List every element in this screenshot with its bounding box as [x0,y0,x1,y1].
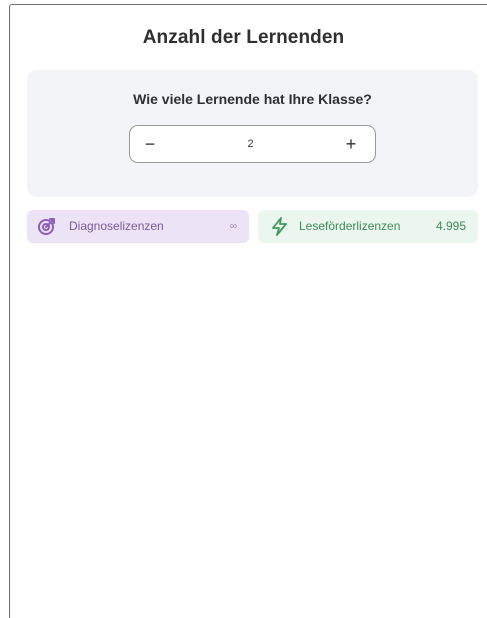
diagnose-license-badge: Diagnoselizenzen ∞ [27,210,249,243]
diagnose-license-count: ∞ [229,221,237,232]
question-card: Wie viele Lernende hat Ihre Klasse? − 2 … [27,70,478,197]
reading-license-badge: Leseförderlizenzen 4.995 [258,210,478,243]
stepper-value[interactable]: 2 [170,126,331,162]
reading-license-count: 4.995 [435,219,466,233]
increment-button[interactable]: + [331,126,371,162]
reading-license-label: Leseförderlizenzen [299,219,401,233]
question-text: Wie viele Lernende hat Ihre Klasse? [133,91,372,107]
decrement-button[interactable]: − [130,126,170,162]
page-title: Anzahl der Lernenden [142,27,345,48]
lightning-icon [270,217,289,236]
diagnose-license-label: Diagnoselizenzen [69,219,164,233]
target-icon [37,217,56,236]
quantity-stepper[interactable]: − 2 + [129,125,376,163]
